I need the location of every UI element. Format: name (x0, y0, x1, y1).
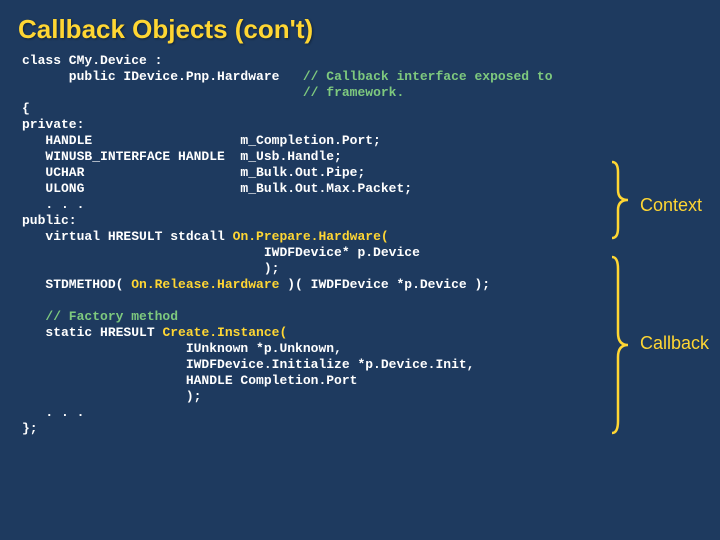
code-line: private: (22, 117, 84, 132)
code-line: IWDFDevice.Initialize *p.Device.Init, (22, 357, 474, 372)
code-line: STDMETHOD( (22, 277, 131, 292)
code-line: public: (22, 213, 77, 228)
code-line: public IDevice.Pnp.Hardware (22, 69, 303, 84)
code-line: virtual HRESULT stdcall (22, 229, 233, 244)
code-line: )( IWDFDevice *p.Device ); (287, 277, 490, 292)
code-line: static HRESULT (22, 325, 162, 340)
code-line: ); (22, 261, 279, 276)
code-comment: // framework. (303, 85, 404, 100)
method-name: Create.Instance( (162, 325, 287, 340)
code-line (22, 309, 45, 324)
code-line: }; (22, 421, 38, 436)
code-line: IWDFDevice* p.Device (22, 245, 420, 260)
code-comment: // Factory method (45, 309, 178, 324)
curly-brace-icon (610, 255, 632, 435)
code-line: . . . (22, 197, 84, 212)
code-line: ULONG m_Bulk.Out.Max.Packet; (22, 181, 412, 196)
callout-region: Context Callback (600, 0, 710, 540)
code-line: class CMy.Device : (22, 53, 162, 68)
code-line: IUnknown *p.Unknown, (22, 341, 342, 356)
code-line: UCHAR m_Bulk.Out.Pipe; (22, 165, 365, 180)
code-line: WINUSB_INTERFACE HANDLE m_Usb.Handle; (22, 149, 342, 164)
callback-label: Callback (640, 333, 709, 354)
code-line (22, 85, 303, 100)
method-name: On.Prepare.Hardware( (233, 229, 389, 244)
code-line: ); (22, 389, 201, 404)
code-line: HANDLE m_Completion.Port; (22, 133, 381, 148)
context-label: Context (640, 195, 702, 216)
code-line: . . . (22, 405, 84, 420)
code-line: { (22, 101, 30, 116)
method-name: On.Release.Hardware (131, 277, 287, 292)
curly-brace-icon (610, 160, 632, 240)
code-line: HANDLE Completion.Port (22, 373, 357, 388)
code-comment: // Callback interface exposed to (303, 69, 553, 84)
